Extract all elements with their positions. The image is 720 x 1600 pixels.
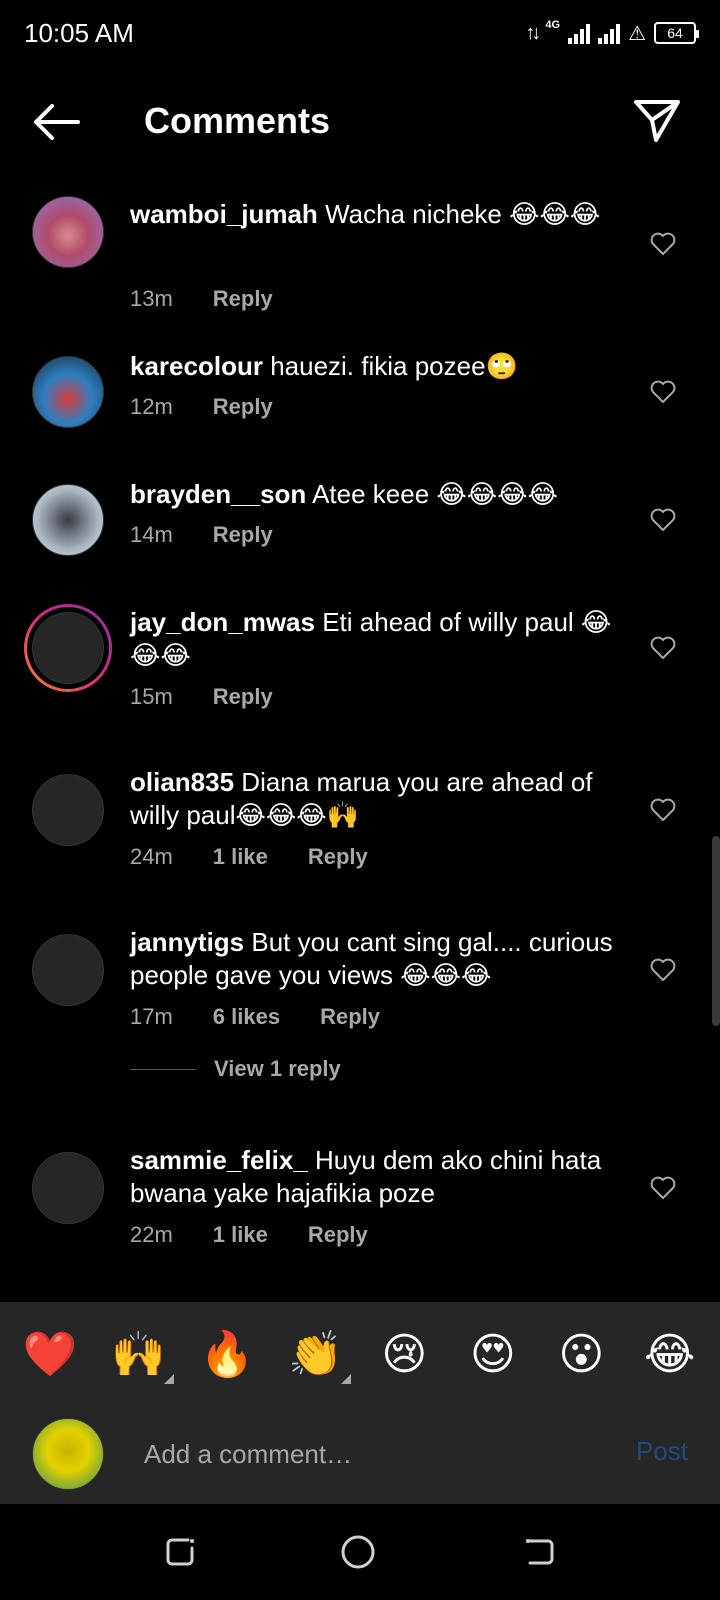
avatar-with-story-ring[interactable] — [24, 604, 112, 692]
my-avatar — [32, 1418, 104, 1490]
reply-button[interactable]: Reply — [320, 1004, 380, 1030]
emoji-fire-button[interactable]: 🔥 — [192, 1328, 262, 1380]
reply-button[interactable]: Reply — [308, 1222, 368, 1248]
skin-tone-indicator — [340, 1374, 351, 1384]
view-replies-label: View 1 reply — [214, 1056, 341, 1081]
emoji-surprised-button[interactable]: 😮 — [546, 1329, 616, 1380]
heart-icon[interactable] — [650, 958, 676, 982]
back-arrow-icon[interactable] — [30, 100, 82, 144]
reply-divider — [130, 1068, 196, 1070]
heart-icon[interactable] — [650, 798, 676, 822]
comment-time: 22m — [130, 1222, 173, 1247]
comment-username[interactable]: olian835 — [130, 767, 234, 797]
comment-meta: 17m 6 likes Reply — [130, 1004, 380, 1030]
heart-icon[interactable] — [650, 232, 676, 256]
avatar[interactable] — [32, 484, 104, 556]
comment-username[interactable]: jay_don_mwas — [130, 607, 315, 637]
header: Comments — [0, 80, 720, 164]
like-count[interactable]: 1 like — [213, 1222, 268, 1248]
comment-time: 13m — [130, 286, 173, 311]
emoji-raised-hands-button[interactable]: 🙌 — [104, 1328, 174, 1384]
emoji-heart-eyes-button[interactable]: 😍 — [458, 1329, 528, 1380]
comment-meta: 22m 1 like Reply — [130, 1222, 368, 1248]
comment-input[interactable] — [144, 1434, 584, 1474]
comment-meta: 13m Reply — [130, 286, 273, 312]
emoji-clap-button[interactable]: 👏 — [281, 1328, 351, 1384]
comment-text: Atee keee 😂😂😂😂 — [312, 479, 558, 509]
heart-icon[interactable] — [650, 508, 676, 532]
status-time: 10:05 AM — [24, 18, 134, 48]
avatar[interactable] — [32, 774, 104, 846]
post-button[interactable]: Post — [636, 1436, 688, 1467]
view-replies-button[interactable]: View 1 reply — [130, 1056, 341, 1082]
comment-meta: 15m Reply — [130, 684, 273, 710]
comment-text: hauezi. fikia pozee🙄 — [270, 351, 518, 381]
skin-tone-indicator — [163, 1374, 174, 1384]
reply-button[interactable]: Reply — [213, 684, 273, 710]
battery-icon: 64 — [654, 22, 699, 44]
heart-icon[interactable] — [650, 1176, 676, 1200]
comment-meta: 24m 1 like Reply — [130, 844, 368, 870]
signal-icon-2 — [598, 22, 621, 44]
reply-button[interactable]: Reply — [213, 394, 273, 420]
emoji-heart-button[interactable]: ❤️ — [15, 1328, 85, 1380]
reply-button[interactable]: Reply — [213, 522, 273, 548]
signal-icon — [568, 22, 591, 44]
emoji-crying-button[interactable]: 😢 — [369, 1329, 439, 1380]
like-count[interactable]: 6 likes — [213, 1004, 280, 1030]
system-navigation-bar — [0, 1504, 720, 1600]
comment-time: 12m — [130, 394, 173, 419]
scrollbar[interactable] — [712, 836, 720, 1026]
battery-level: 64 — [667, 25, 683, 41]
comment-username[interactable]: karecolour — [130, 351, 263, 381]
avatar[interactable] — [32, 356, 104, 428]
comment-text: Wacha nicheke 😂😂😂 — [325, 199, 601, 229]
status-bar: 10:05 AM ↑↓ 4G ⚠ 64 — [0, 0, 720, 64]
page-title: Comments — [144, 100, 331, 141]
avatar[interactable] — [32, 934, 104, 1006]
comment-meta: 12m Reply — [130, 394, 273, 420]
data-transfer-icon: ↑↓ — [525, 21, 541, 44]
like-count[interactable]: 1 like — [213, 844, 268, 870]
reply-button[interactable]: Reply — [308, 844, 368, 870]
network-type-label: 4G — [545, 19, 561, 31]
emoji-laughing-button[interactable]: 😂 — [635, 1329, 705, 1380]
reply-button[interactable]: Reply — [213, 286, 273, 312]
comment-time: 15m — [130, 684, 173, 709]
back-icon[interactable] — [522, 1534, 558, 1570]
status-icons: ↑↓ 4G ⚠ 64 — [525, 18, 699, 48]
comment-username[interactable]: sammie_felix_ — [130, 1145, 308, 1175]
comment-username[interactable]: brayden__son — [130, 479, 306, 509]
comment-username[interactable]: wamboi_jumah — [130, 199, 318, 229]
comment-username[interactable]: jannytigs — [130, 927, 244, 957]
comment-composer: Post — [0, 1406, 720, 1504]
heart-icon[interactable] — [650, 380, 676, 404]
comment-meta: 14m Reply — [130, 522, 273, 548]
comment-time: 14m — [130, 522, 173, 547]
heart-icon[interactable] — [650, 636, 676, 660]
emoji-reaction-bar: ❤️ 🙌 🔥 👏 😢 😍 😮 😂 — [0, 1302, 720, 1406]
comment-time: 24m — [130, 844, 173, 869]
avatar[interactable] — [32, 196, 104, 268]
avatar[interactable] — [32, 1152, 104, 1224]
home-icon[interactable] — [340, 1534, 376, 1570]
comment-time: 17m — [130, 1004, 173, 1029]
warning-icon: ⚠ — [628, 22, 646, 45]
recents-icon[interactable] — [162, 1534, 198, 1570]
send-icon[interactable] — [632, 96, 682, 144]
